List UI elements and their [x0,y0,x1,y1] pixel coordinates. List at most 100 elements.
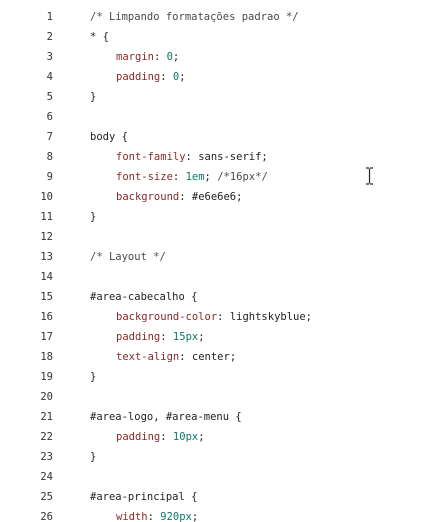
line-code: padding: 15px; [116,327,205,347]
code-token: ; [229,351,237,363]
line-number: 7 [46,131,53,143]
line-number: 15 [40,291,53,303]
code-token: : [179,351,192,363]
line-number: 23 [40,451,53,463]
line-number: 10 [40,191,53,203]
code-token: text-align [116,351,180,363]
code-line: 11} [0,207,426,227]
code-line: 23} [0,447,426,467]
line-number: 11 [40,211,53,223]
line-number: 14 [40,271,53,283]
line-code: font-family: sans-serif; [116,147,268,167]
line-number: 22 [40,431,53,443]
code-line: 8 font-family: sans-serif; [0,147,426,167]
code-token: #area-principal { [90,491,198,503]
code-token: /* Limpando formatações padrao */ [90,11,299,23]
line-number: 9 [46,171,53,183]
code-token: 1em [185,171,205,183]
code-token: : [217,311,230,323]
code-token: background-color [116,311,218,323]
code-token: lightskyblue [229,311,306,323]
code-token: #e6e6e6 [191,191,237,203]
code-token: body { [90,131,128,143]
code-line: 2 * { [0,27,426,47]
code-token: width [116,511,148,522]
code-line: 16 background-color: lightskyblue; [0,307,426,327]
code-token: ; [198,431,205,443]
code-token: padding [116,71,161,83]
code-line: 18 text-align: center; [0,347,426,367]
code-token: font-family [116,151,186,163]
code-token: * { [90,31,109,43]
line-code: } [90,207,96,227]
code-token: ; [191,511,199,522]
code-token: : [185,151,199,163]
code-line: 3 margin: 0; [0,47,426,67]
code-token: } [90,371,97,383]
line-number: 18 [40,351,53,363]
line-code: text-align: center; [116,347,236,367]
code-token: 15px [172,331,199,343]
code-token: /* Layout */ [90,251,166,263]
line-number: 25 [40,491,53,503]
code-token: : [160,71,173,83]
code-token: } [90,91,97,103]
code-token: } [90,211,97,223]
line-number: 26 [40,511,53,522]
line-number: 3 [46,51,53,63]
code-token: : [153,51,167,63]
code-token: : [179,191,192,203]
line-code: background: #e6e6e6; [116,187,242,207]
code-token: font-size [116,171,173,183]
code-token: /*16px*/ [217,171,268,183]
code-line: 22 padding: 10px; [0,427,426,447]
line-number: 24 [40,471,53,483]
code-token: #area-logo, #area-menu { [90,411,242,423]
code-line: 21 #area-logo, #area-menu { [0,407,426,427]
code-line: 1 /* Limpando formatações padrao */ [0,7,426,27]
code-token: ; [172,51,180,63]
text-cursor-icon [366,167,373,185]
code-token: 920px [160,511,192,522]
line-number: 4 [46,71,53,83]
code-line: 20 [0,387,426,407]
line-code: width: 920px; [116,507,198,522]
code-token: : [172,171,186,183]
code-token: } [90,451,97,463]
code-line: 25 #area-principal { [0,487,426,507]
code-line: 4 padding: 0; [0,67,426,87]
line-code: margin: 0; [116,47,179,67]
line-code: #area-cabecalho { [90,287,197,307]
line-number: 5 [46,91,53,103]
code-token: center [191,351,230,363]
line-number: 12 [40,231,53,243]
code-line: 7 body { [0,127,426,147]
line-code: } [90,367,96,387]
code-token: ; [261,151,268,163]
line-code: background-color: lightskyblue; [116,307,312,327]
line-number: 6 [46,111,53,123]
code-line: 26 width: 920px; [0,507,426,522]
line-number: 13 [40,251,53,263]
line-code: } [90,447,96,467]
code-line: 14 [0,267,426,287]
code-token: background [116,191,180,203]
line-code: /* Layout */ [90,247,166,267]
line-code: #area-logo, #area-menu { [90,407,242,427]
code-token: ; [305,311,312,323]
code-token: 10px [172,431,199,443]
line-number: 21 [40,411,53,423]
line-code: padding: 0; [116,67,186,87]
line-number: 1 [46,11,53,23]
code-line: 17 padding: 15px; [0,327,426,347]
line-code: body { [90,127,128,147]
code-token: : [160,431,173,443]
line-code: #area-principal { [90,487,197,507]
code-viewer[interactable]: 1 /* Limpando formatações padrao */ 2 * { 3 m… [0,0,426,522]
line-code: font-size: 1em; /*16px*/ [116,167,268,187]
code-line: 9 font-size: 1em; /*16px*/ [0,167,426,187]
code-token: padding [116,431,161,443]
line-number: 20 [40,391,53,403]
line-number: 16 [40,311,53,323]
code-line: 19} [0,367,426,387]
